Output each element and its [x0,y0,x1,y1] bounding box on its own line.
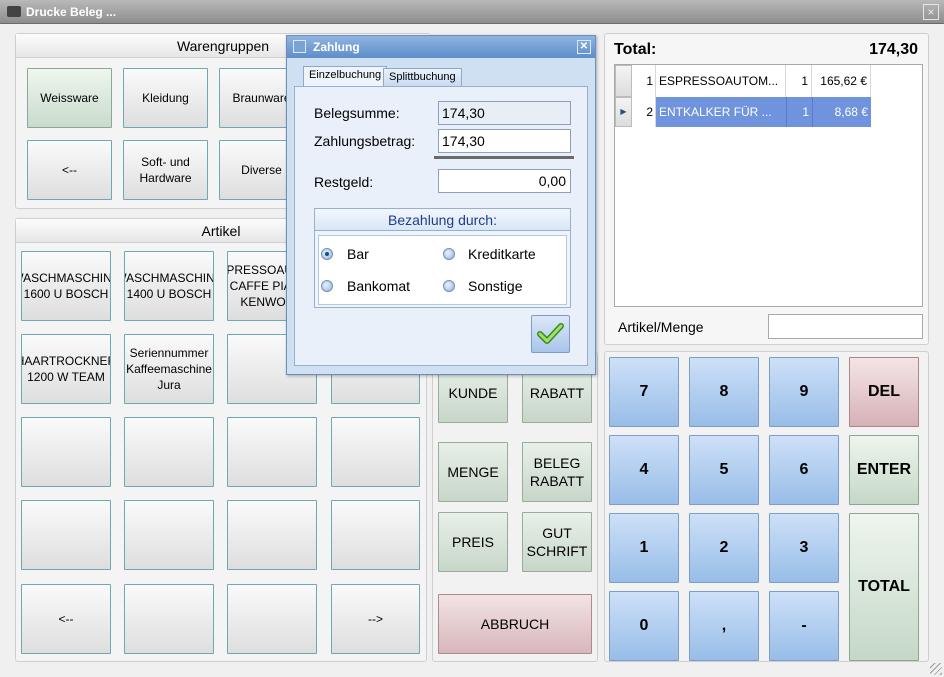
key-9[interactable]: 9 [769,357,839,427]
article-button[interactable] [21,500,111,570]
radio-kreditkarte-label[interactable]: Kreditkarte [468,246,536,262]
row-price: 8,68 € [812,97,871,127]
total-value: 174,30 [869,41,918,58]
preis-button[interactable]: PREIS [438,512,508,572]
artikel-menge-label: Artikel/Menge [618,319,704,335]
key-1[interactable]: 1 [609,513,679,583]
delete-button[interactable]: DEL [849,357,919,427]
dialog-app-icon [293,40,306,53]
article-button[interactable] [331,417,420,487]
key-5[interactable]: 5 [689,435,759,505]
group-prev-button[interactable]: <-- [27,140,112,200]
belegsumme-label: Belegsumme: [314,105,400,121]
window-titlebar: Drucke Beleg ... × [0,0,944,24]
article-button[interactable]: HAARTROCKNER 1200 W TEAM [21,334,111,404]
article-next-button[interactable]: --> [331,584,420,654]
row-qty: 1 [786,65,812,97]
group-button-kleidung[interactable]: Kleidung [123,68,208,128]
total-button[interactable]: TOTAL [849,513,919,661]
article-button[interactable] [124,500,214,570]
total-label: Total: [614,41,657,58]
article-button[interactable]: Seriennummer Kaffeemaschine Jura [124,334,214,404]
key-8[interactable]: 8 [689,357,759,427]
article-button[interactable] [227,500,317,570]
table-row[interactable]: 1 ESPRESSOAUTOM... 1 165,62 € [615,65,871,97]
radio-bar[interactable] [321,248,333,260]
article-button[interactable]: WASCHMASCHINE 1600 U BOSCH [21,251,111,321]
zahlungsbetrag-label: Zahlungsbetrag: [314,133,416,149]
radio-kreditkarte[interactable] [443,248,455,260]
row-selector[interactable] [615,65,632,97]
key-0[interactable]: 0 [609,591,679,661]
dialog-titlebar: Zahlung ✕ [287,36,595,58]
dialog-close-icon[interactable]: ✕ [577,40,591,54]
table-row[interactable]: ▶ 2 ENTKALKER FÜR ... 1 8,68 € [615,97,871,127]
radio-sonstige-label[interactable]: Sonstige [468,278,522,294]
menge-button[interactable]: MENGE [438,442,508,502]
article-prev-button[interactable]: <-- [21,584,111,654]
key-minus[interactable]: - [769,591,839,661]
row-name: ENTKALKER FÜR ... [656,97,786,127]
close-icon[interactable]: × [923,4,939,20]
group-button-soft-hardware[interactable]: Soft- und Hardware [123,140,208,200]
article-button[interactable] [227,417,317,487]
row-pos: 1 [632,65,656,97]
checkmark-icon [537,323,564,344]
key-comma[interactable]: , [689,591,759,661]
article-button[interactable] [331,500,420,570]
resize-grip-icon[interactable] [930,663,942,675]
dialog-title: Zahlung [313,40,360,54]
tab-splittbuchung[interactable]: Splittbuchung [383,68,462,86]
restgeld-label: Restgeld: [314,174,374,190]
row-selector[interactable]: ▶ [615,97,632,127]
article-button[interactable]: WASCHMASCHINE 1400 U BOSCH [124,251,214,321]
article-button[interactable] [227,584,317,654]
key-3[interactable]: 3 [769,513,839,583]
row-price: 165,62 € [812,65,871,97]
enter-button[interactable]: ENTER [849,435,919,505]
radio-bar-label[interactable]: Bar [347,246,369,262]
confirm-button[interactable] [531,315,570,353]
divider [434,156,574,159]
row-pos: 2 [632,97,656,127]
belegsumme-field: 174,30 [438,101,571,125]
artikel-menge-input[interactable] [768,314,923,339]
radio-bankomat-label[interactable]: Bankomat [347,278,410,294]
key-6[interactable]: 6 [769,435,839,505]
group-button-weissware[interactable]: Weissware [27,68,112,128]
article-button[interactable] [124,417,214,487]
radio-bankomat[interactable] [321,280,333,292]
beleg-rabatt-button[interactable]: BELEG RABATT [522,442,592,502]
gutschrift-button[interactable]: GUT SCHRIFT [522,512,592,572]
article-button[interactable] [21,417,111,487]
printer-icon [7,6,21,17]
bezahlung-header: Bezahlung durch: [315,209,570,231]
radio-sonstige[interactable] [443,280,455,292]
restgeld-field: 0,00 [438,169,571,193]
window-title: Drucke Beleg ... [26,5,117,19]
key-2[interactable]: 2 [689,513,759,583]
abbruch-button[interactable]: ABBRUCH [438,594,592,654]
row-name: ESPRESSOAUTOM... [656,65,786,97]
row-qty: 1 [786,97,812,127]
zahlungsbetrag-input[interactable]: 174,30 [438,129,571,153]
key-4[interactable]: 4 [609,435,679,505]
article-button[interactable] [124,584,214,654]
tab-einzelbuchung[interactable]: Einzelbuchung [303,66,388,86]
key-7[interactable]: 7 [609,357,679,427]
